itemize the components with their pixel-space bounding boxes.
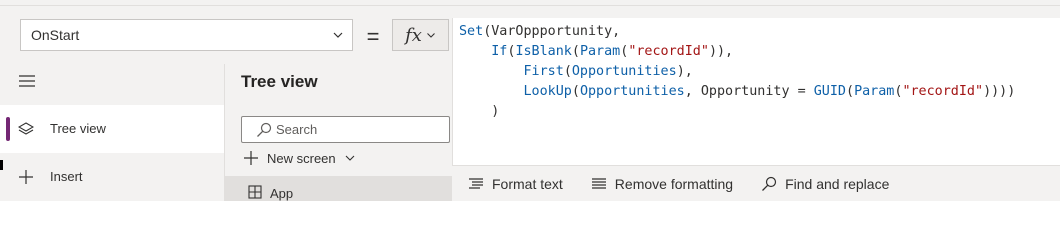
- code-token: )))): [983, 84, 1016, 99]
- code-token: (VarOppportunity,: [483, 24, 621, 39]
- format-text-button[interactable]: Format text: [468, 176, 563, 192]
- edge-marker: [0, 160, 3, 170]
- active-indicator: [6, 117, 10, 141]
- property-dropdown[interactable]: OnStart: [20, 19, 353, 51]
- code-token: If: [491, 44, 508, 59]
- property-value: OnStart: [31, 27, 80, 43]
- code-token: "recordId": [628, 44, 709, 59]
- format-text-label: Format text: [492, 175, 563, 192]
- code-line: ): [459, 104, 499, 119]
- remove-formatting-label: Remove formatting: [614, 175, 734, 192]
- code-line: First(Opportunities),: [459, 64, 693, 79]
- formula-code[interactable]: Set(VarOppportunity, If(IsBlank(Param("r…: [459, 22, 1015, 122]
- code-token: Param: [854, 84, 895, 99]
- rail-item-tree-view[interactable]: Tree view: [0, 105, 224, 153]
- code-token: ),: [676, 64, 693, 79]
- tree-search-input[interactable]: Search: [241, 116, 450, 143]
- code-line: LookUp(Opportunities, Opportunity = GUID…: [459, 84, 1016, 99]
- app-icon: [248, 185, 262, 199]
- remove-formatting-icon: [591, 177, 606, 189]
- chevron-down-icon: [333, 32, 343, 38]
- search-icon: [257, 122, 272, 137]
- tree-item-app[interactable]: App: [224, 176, 452, 201]
- fx-label: fx: [405, 24, 422, 46]
- new-screen-label: New screen: [267, 150, 336, 166]
- formula-editor[interactable]: Set(VarOppportunity, If(IsBlank(Param("r…: [452, 18, 1060, 165]
- tree-item-label: App: [270, 186, 294, 201]
- rail-item-insert[interactable]: Insert: [0, 153, 224, 201]
- code-token: (: [571, 84, 580, 99]
- code-token: Param: [579, 44, 621, 59]
- code-token: (: [563, 64, 572, 79]
- rail-item-label: Tree view: [50, 121, 106, 136]
- code-token: Opportunities: [579, 84, 685, 99]
- layers-icon: [18, 122, 34, 135]
- format-text-icon: [469, 177, 483, 189]
- code-token: LookUp: [523, 84, 572, 99]
- chevron-down-icon: [345, 155, 355, 161]
- find-replace-button[interactable]: Find and replace: [761, 176, 889, 192]
- code-token: First: [523, 64, 564, 79]
- code-token: ): [459, 104, 500, 119]
- find-replace-label: Find and replace: [785, 175, 890, 192]
- code-token: IsBlank: [515, 44, 572, 59]
- formula-toolbar: Format text Remove formatting Find and r…: [452, 165, 1060, 201]
- equals-sign: =: [366, 24, 380, 49]
- new-screen-button[interactable]: New screen: [243, 150, 356, 166]
- remove-formatting-button[interactable]: Remove formatting: [591, 176, 733, 192]
- code-token: Set: [459, 24, 484, 39]
- code-token: )),: [708, 44, 734, 59]
- chevron-down-icon: [427, 33, 435, 38]
- plus-icon: [19, 170, 33, 184]
- search-icon: [762, 176, 777, 191]
- code-token: (: [846, 84, 855, 99]
- rail-item-label: Insert: [50, 169, 83, 184]
- code-line: If(IsBlank(Param("recordId")),: [459, 44, 733, 59]
- code-token: (: [571, 44, 580, 59]
- fx-button[interactable]: fx: [392, 19, 449, 51]
- hamburger-menu-icon[interactable]: [18, 74, 36, 88]
- code-token: , Opportunity =: [684, 84, 814, 99]
- code-token: "recordId": [902, 84, 984, 99]
- plus-icon: [244, 151, 258, 165]
- panel-title: Tree view: [241, 72, 318, 91]
- code-line: Set(VarOppportunity,: [459, 24, 620, 39]
- code-token: GUID: [813, 84, 846, 99]
- search-placeholder: Search: [276, 122, 318, 137]
- code-token: Opportunities: [571, 64, 677, 79]
